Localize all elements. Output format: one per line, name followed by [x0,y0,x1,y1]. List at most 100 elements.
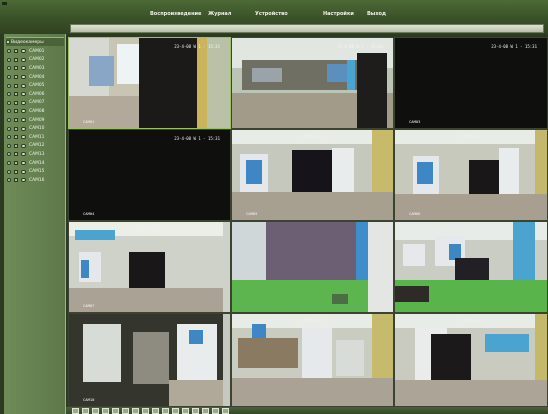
prev-page-button[interactable] [162,408,169,414]
layout-2x2-button[interactable] [82,408,89,414]
record-checkbox-icon[interactable] [14,109,18,114]
camera-tree-root[interactable]: Видеокамеры [6,37,64,46]
layout-1x1-button[interactable] [72,408,79,414]
record-checkbox-icon[interactable] [14,49,18,54]
status-dot-icon[interactable] [7,92,11,97]
record-checkbox-icon[interactable] [14,118,18,123]
channel-label: CAM14 [29,160,45,166]
menu-settings[interactable]: Настройки [323,11,354,23]
sequence-button[interactable] [192,408,199,414]
status-dot-icon[interactable] [7,66,11,71]
record-checkbox-icon[interactable] [14,152,18,157]
status-dot-icon[interactable] [7,161,11,166]
ptz-button[interactable] [152,408,159,414]
channel-label: CAM15 [29,169,45,175]
top-menu-bar: Воспроизведение Журнал Устройство Настро… [0,0,548,34]
camera-icon [21,143,26,148]
channel-item[interactable]: CAM14 [7,159,65,168]
channel-label: CAM03 [29,65,45,71]
video-grid: 23-4-08 W 1 - 15:31 CAM01 23-4-08 W 1 - … [68,37,548,407]
video-tile-12[interactable]: СКЛАД №3 [394,313,548,407]
tile-channel-name: CAM05 [246,211,258,216]
layout-3x3-button[interactable] [92,408,99,414]
status-dot-icon[interactable] [7,109,11,114]
folder-icon [6,40,10,44]
status-dot-icon[interactable] [7,49,11,54]
snapshot-button[interactable] [132,408,139,414]
record-checkbox-icon[interactable] [14,92,18,97]
channel-item[interactable]: CAM08 [7,107,65,116]
channel-item[interactable]: CAM09 [7,116,65,125]
menu-journal[interactable]: Журнал [208,11,231,23]
channel-item[interactable]: CAM04 [7,73,65,82]
tile-label: СКЛАД №1 [302,134,323,139]
channel-item[interactable]: CAM06 [7,90,65,99]
status-dot-icon[interactable] [7,152,11,157]
tile-label: СКЛАД №1 [461,134,481,139]
record-checkbox-icon[interactable] [14,57,18,62]
menu-playback[interactable]: Воспроизведение [150,11,201,23]
menu-exit[interactable]: Выход [367,11,386,23]
video-tile-6[interactable]: СКЛАД №1 CAM06 [394,129,548,221]
record-checkbox-icon[interactable] [14,126,18,131]
tile-channel-name: CAM01 [83,119,95,124]
channel-item[interactable]: CAM01 [7,47,65,56]
status-dot-icon[interactable] [7,178,11,183]
channel-item[interactable]: CAM15 [7,167,65,176]
record-checkbox-icon[interactable] [14,100,18,105]
video-tile-10[interactable]: CAM10 [68,313,231,407]
status-dot-icon[interactable] [7,118,11,123]
tile-timestamp: 23-4-08 W 1 - 15:31 [174,44,220,49]
record-checkbox-icon[interactable] [14,135,18,140]
menu-device[interactable]: Устройство [255,11,288,23]
status-dot-icon[interactable] [7,169,11,174]
record-checkbox-icon[interactable] [14,83,18,88]
camera-icon [21,152,26,157]
channel-item[interactable]: CAM16 [7,176,65,185]
video-tile-5[interactable]: СКЛАД №1 CAM05 [231,129,394,221]
record-button[interactable] [122,408,129,414]
settings-gear-button[interactable] [202,408,209,414]
status-dot-icon[interactable] [7,126,11,131]
channel-item[interactable]: CAM11 [7,133,65,142]
next-page-button[interactable] [172,408,179,414]
channel-item[interactable]: CAM02 [7,56,65,65]
status-dot-icon[interactable] [7,135,11,140]
record-checkbox-icon[interactable] [14,161,18,166]
channel-item[interactable]: CAM07 [7,99,65,108]
video-tile-4[interactable]: 23-4-08 W 1 - 15:31 CAM04 [68,129,231,221]
video-tile-9[interactable] [394,221,548,313]
channel-label: CAM12 [29,143,45,149]
fullscreen-button[interactable] [112,408,119,414]
video-tile-2[interactable]: 23-4-08 W 1 - 15:31 [231,37,394,129]
channel-item[interactable]: CAM13 [7,150,65,159]
channel-item[interactable]: CAM12 [7,142,65,151]
channel-item[interactable]: CAM10 [7,124,65,133]
close-button[interactable] [222,408,229,414]
channel-label: CAM06 [29,91,45,97]
info-button[interactable] [212,408,219,414]
channel-label: CAM01 [29,48,45,54]
video-tile-7[interactable]: СКЛАД №2 CAM07 [68,221,231,313]
record-checkbox-icon[interactable] [14,143,18,148]
status-dot-icon[interactable] [7,57,11,62]
status-dot-icon[interactable] [7,75,11,80]
audio-button[interactable] [142,408,149,414]
status-dot-icon[interactable] [7,143,11,148]
channel-item[interactable]: CAM05 [7,81,65,90]
camera-icon [21,92,26,97]
video-tile-11[interactable]: СКЛАД №3 [231,313,394,407]
record-checkbox-icon[interactable] [14,178,18,183]
status-dot-icon[interactable] [7,100,11,105]
record-checkbox-icon[interactable] [14,75,18,80]
video-tile-3[interactable]: 23-4-08 W 1 - 15:31 CAM03 [394,37,548,129]
stop-all-button[interactable] [182,408,189,414]
channel-item[interactable]: CAM03 [7,64,65,73]
layout-4x4-button[interactable] [102,408,109,414]
video-tile-1[interactable]: 23-4-08 W 1 - 15:31 CAM01 [68,37,231,129]
record-checkbox-icon[interactable] [14,169,18,174]
app-logo [2,2,7,5]
record-checkbox-icon[interactable] [14,66,18,71]
video-tile-8[interactable] [231,221,394,313]
status-dot-icon[interactable] [7,83,11,88]
